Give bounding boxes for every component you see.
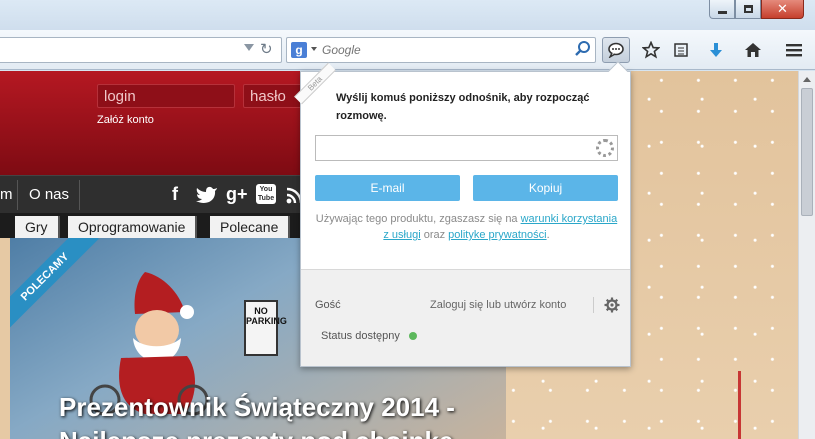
chat-share-popup: Beta Wyślij komuś poniższy odnośnik, aby… [294, 61, 631, 367]
facebook-icon[interactable]: f [172, 184, 178, 205]
featured-article-title[interactable]: Prezentownik Świąteczny 2014 - Najlepsze… [59, 390, 499, 439]
no-parking-sign: NO PARKING [244, 300, 287, 356]
footer-separator [593, 297, 594, 313]
terms-suffix: . [546, 229, 550, 241]
share-link-field[interactable] [315, 135, 618, 161]
home-icon [745, 43, 761, 57]
page-scrollbar[interactable] [798, 71, 815, 439]
popup-heading: Wyślij komuś poniższy odnośnik, aby rozp… [336, 92, 590, 122]
maximize-icon [743, 5, 753, 13]
chat-bubble-icon [608, 42, 624, 58]
site-login-input[interactable]: login [97, 84, 235, 108]
downloads-button[interactable] [702, 37, 730, 63]
search-icon[interactable] [574, 40, 592, 58]
nav-item-about[interactable]: O nas [29, 186, 69, 203]
window-controls: ✕ [709, 0, 804, 20]
nav-item-partial[interactable]: m [0, 186, 13, 203]
maximize-button[interactable] [735, 0, 761, 19]
side-banner-decoration [738, 371, 741, 439]
loading-spinner-icon [596, 139, 614, 157]
register-link[interactable]: Załóż konto [97, 114, 154, 126]
nav-separator [17, 180, 18, 210]
star-icon [642, 41, 660, 59]
minimize-button[interactable] [709, 0, 735, 19]
bookmark-star-button[interactable] [637, 37, 665, 63]
copy-button[interactable]: Kopiuj [473, 175, 618, 201]
bookmarks-list-icon [674, 43, 688, 57]
login-or-signup-link[interactable]: Zaloguj się lub utwórz konto [430, 299, 566, 311]
email-button[interactable]: E-mail [315, 175, 460, 201]
presence-status-text[interactable]: Status dostępny [321, 330, 400, 342]
nav-separator [79, 180, 80, 210]
terms-middle: oraz [420, 229, 449, 241]
google-plus-icon[interactable]: g+ [226, 184, 248, 205]
bookmarks-menu-button[interactable] [667, 37, 695, 63]
close-icon: ✕ [777, 1, 788, 17]
main-menu-button[interactable] [780, 37, 808, 63]
google-engine-icon[interactable]: g [291, 42, 307, 58]
status-available-icon [409, 332, 417, 340]
minimize-icon [717, 10, 727, 14]
category-tab-gry[interactable]: Gry [15, 216, 60, 238]
engine-dropdown-icon[interactable] [311, 47, 317, 51]
privacy-policy-link[interactable]: polityke prywatności [448, 229, 546, 241]
window-titlebar: ✕ [0, 0, 815, 30]
reload-icon[interactable]: ↻ [260, 40, 273, 58]
terms-notice: Używając tego produktu, zgaszasz się na … [315, 211, 618, 243]
youtube-icon[interactable]: You Tube [256, 184, 276, 204]
url-history-dropdown-icon[interactable] [244, 44, 254, 51]
download-arrow-icon [710, 43, 722, 57]
hamburger-menu-icon [786, 44, 802, 57]
category-tab-oprogramowanie[interactable]: Oprogramowanie [68, 216, 198, 238]
category-tab-polecane[interactable]: Polecane [210, 216, 291, 238]
guest-label: Gość [315, 299, 341, 311]
settings-gear-icon[interactable] [604, 297, 620, 313]
close-window-button[interactable]: ✕ [761, 0, 804, 19]
search-bar[interactable]: g [286, 37, 596, 63]
url-bar[interactable]: ↻ [0, 37, 282, 63]
scrollbar-thumb[interactable] [801, 88, 813, 216]
terms-prefix: Używając tego produktu, zgaszasz się na [315, 213, 521, 225]
browser-toolbar: ↻ g [0, 30, 815, 70]
chat-button[interactable] [602, 37, 630, 63]
twitter-icon[interactable] [196, 186, 218, 204]
popup-footer: Gość Zaloguj się lub utwórz konto Status… [301, 269, 630, 366]
search-input[interactable] [322, 41, 562, 59]
scroll-up-icon[interactable] [803, 77, 811, 82]
home-button[interactable] [739, 37, 767, 63]
